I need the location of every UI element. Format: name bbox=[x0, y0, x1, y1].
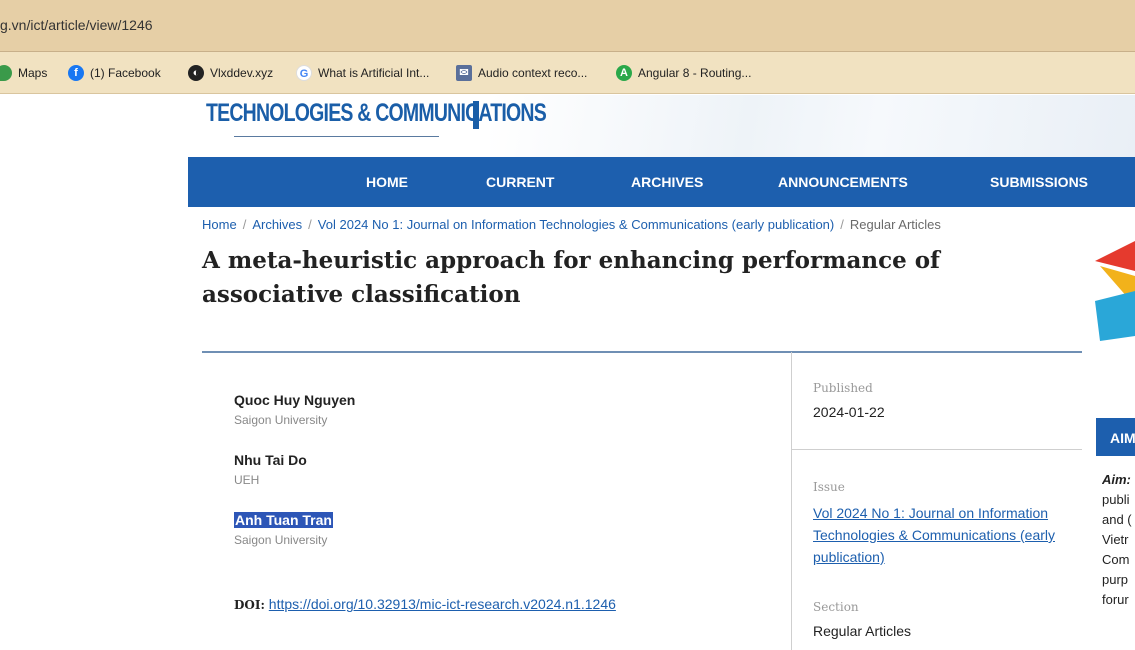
aim-line: forur bbox=[1102, 592, 1129, 607]
angular-icon: A bbox=[616, 65, 632, 81]
doi-line: DOI: https://doi.org/10.32913/mic-ict-re… bbox=[234, 596, 616, 612]
google-icon: G bbox=[296, 65, 312, 81]
aim-line: purp bbox=[1102, 572, 1129, 587]
address-bar[interactable]: g.vn/ict/article/view/1246 bbox=[0, 0, 1135, 52]
nav-archives[interactable]: ARCHIVES bbox=[631, 174, 703, 190]
site-icon: ◐ bbox=[188, 65, 204, 81]
aim-section-text: Aim: publi and ( Vietr Com purp forur bbox=[1102, 470, 1135, 650]
author-name: Quoc Huy Nguyen bbox=[234, 392, 356, 408]
breadcrumb-issue[interactable]: Vol 2024 No 1: Journal on Information Te… bbox=[318, 217, 834, 232]
bookmark-label: What is Artificial Int... bbox=[318, 66, 430, 80]
bookmark-facebook[interactable]: f (1) Facebook bbox=[68, 65, 161, 81]
main-nav: HOME CURRENT ARCHIVES ANNOUNCEMENTS SUBM… bbox=[188, 157, 1135, 207]
doi-link[interactable]: https://doi.org/10.32913/mic-ict-researc… bbox=[269, 596, 616, 612]
breadcrumb-archives[interactable]: Archives bbox=[252, 217, 302, 232]
aim-line: publi bbox=[1102, 492, 1130, 507]
nav-submissions[interactable]: SUBMISSIONS bbox=[990, 174, 1088, 190]
detail-divider bbox=[792, 449, 1082, 450]
title-divider bbox=[202, 351, 1082, 353]
bookmark-audio[interactable]: ✉ Audio context reco... bbox=[456, 65, 587, 81]
bookmark-angular[interactable]: A Angular 8 - Routing... bbox=[616, 65, 751, 81]
page-margin bbox=[0, 95, 188, 650]
logo-subtitle-line bbox=[234, 136, 439, 139]
author-affiliation: Saigon University bbox=[234, 533, 328, 547]
bookmark-label: Angular 8 - Routing... bbox=[638, 66, 752, 80]
issue-block: Issue Vol 2024 No 1: Journal on Informat… bbox=[813, 480, 1063, 568]
header-background bbox=[490, 95, 1135, 157]
breadcrumb-section: Regular Articles bbox=[849, 217, 941, 232]
nav-home[interactable]: HOME bbox=[366, 174, 408, 190]
published-block: Published 2024-01-22 bbox=[813, 381, 885, 420]
logo-text: TECHNOLOGIES & COMMUNICATIONS bbox=[206, 99, 547, 127]
aim-section-header: AIM bbox=[1096, 418, 1135, 456]
url-text[interactable]: g.vn/ict/article/view/1246 bbox=[0, 17, 153, 33]
doi-label: DOI: bbox=[234, 598, 265, 612]
aim-line: Vietr bbox=[1102, 532, 1129, 547]
breadcrumb-home[interactable]: Home bbox=[202, 217, 237, 232]
aim-line: Aim: bbox=[1102, 472, 1131, 487]
author-affiliation: Saigon University bbox=[234, 413, 328, 427]
bookmark-label: Vlxddev.xyz bbox=[210, 66, 274, 80]
nav-announcements[interactable]: ANNOUNCEMENTS bbox=[778, 174, 908, 190]
bookmark-maps[interactable]: Maps bbox=[0, 65, 47, 81]
breadcrumb: Home / Archives / Vol 2024 No 1: Journal on … bbox=[202, 217, 941, 232]
issue-label: Issue bbox=[813, 480, 845, 494]
decorative-logo-shape bbox=[1095, 241, 1135, 341]
bookmark-google[interactable]: G What is Artificial Int... bbox=[296, 65, 429, 81]
aim-line: and ( bbox=[1102, 512, 1132, 527]
bookmark-label: Audio context reco... bbox=[478, 66, 588, 80]
author-2: Nhu Tai Do UEH bbox=[234, 452, 307, 487]
bookmark-label: Maps bbox=[18, 66, 48, 80]
section-label: Section bbox=[813, 600, 859, 614]
maps-pin-icon bbox=[0, 65, 12, 81]
published-label: Published bbox=[813, 381, 873, 395]
article-content: Home / Archives / Vol 2024 No 1: Journal on … bbox=[188, 207, 1095, 650]
section-block: Section Regular Articles bbox=[813, 600, 911, 639]
author-1: Quoc Huy Nguyen Saigon University bbox=[234, 392, 355, 427]
bookmark-vlxddev[interactable]: ◐ Vlxddev.xyz bbox=[188, 65, 273, 81]
column-divider bbox=[791, 352, 792, 650]
article-title: A meta-heuristic approach for enhancing … bbox=[202, 247, 940, 308]
nav-current[interactable]: CURRENT bbox=[486, 174, 554, 190]
facebook-icon: f bbox=[68, 65, 84, 81]
author-name[interactable]: Anh Tuan Tran bbox=[234, 512, 333, 528]
mail-icon: ✉ bbox=[456, 65, 472, 81]
aim-line: Com bbox=[1102, 552, 1130, 567]
selected-text[interactable]: Anh Tuan Tran bbox=[234, 512, 333, 528]
published-date: 2024-01-22 bbox=[813, 404, 885, 420]
author-3: Anh Tuan Tran Saigon University bbox=[234, 512, 333, 547]
author-affiliation: UEH bbox=[234, 473, 260, 487]
section-value: Regular Articles bbox=[813, 623, 912, 639]
bookmarks-bar: Maps f (1) Facebook ◐ Vlxddev.xyz G What… bbox=[0, 52, 1135, 94]
author-name: Nhu Tai Do bbox=[234, 452, 307, 468]
logo-accent-bar bbox=[473, 101, 479, 129]
issue-link[interactable]: Vol 2024 No 1: Journal on Information Te… bbox=[813, 502, 1063, 568]
bookmark-label: (1) Facebook bbox=[90, 66, 161, 80]
journal-logo[interactable]: TECHNOLOGIES & COMMUNICATIONS bbox=[188, 95, 547, 145]
web-page: TECHNOLOGIES & COMMUNICATIONS HOME CURRE… bbox=[0, 95, 1135, 650]
